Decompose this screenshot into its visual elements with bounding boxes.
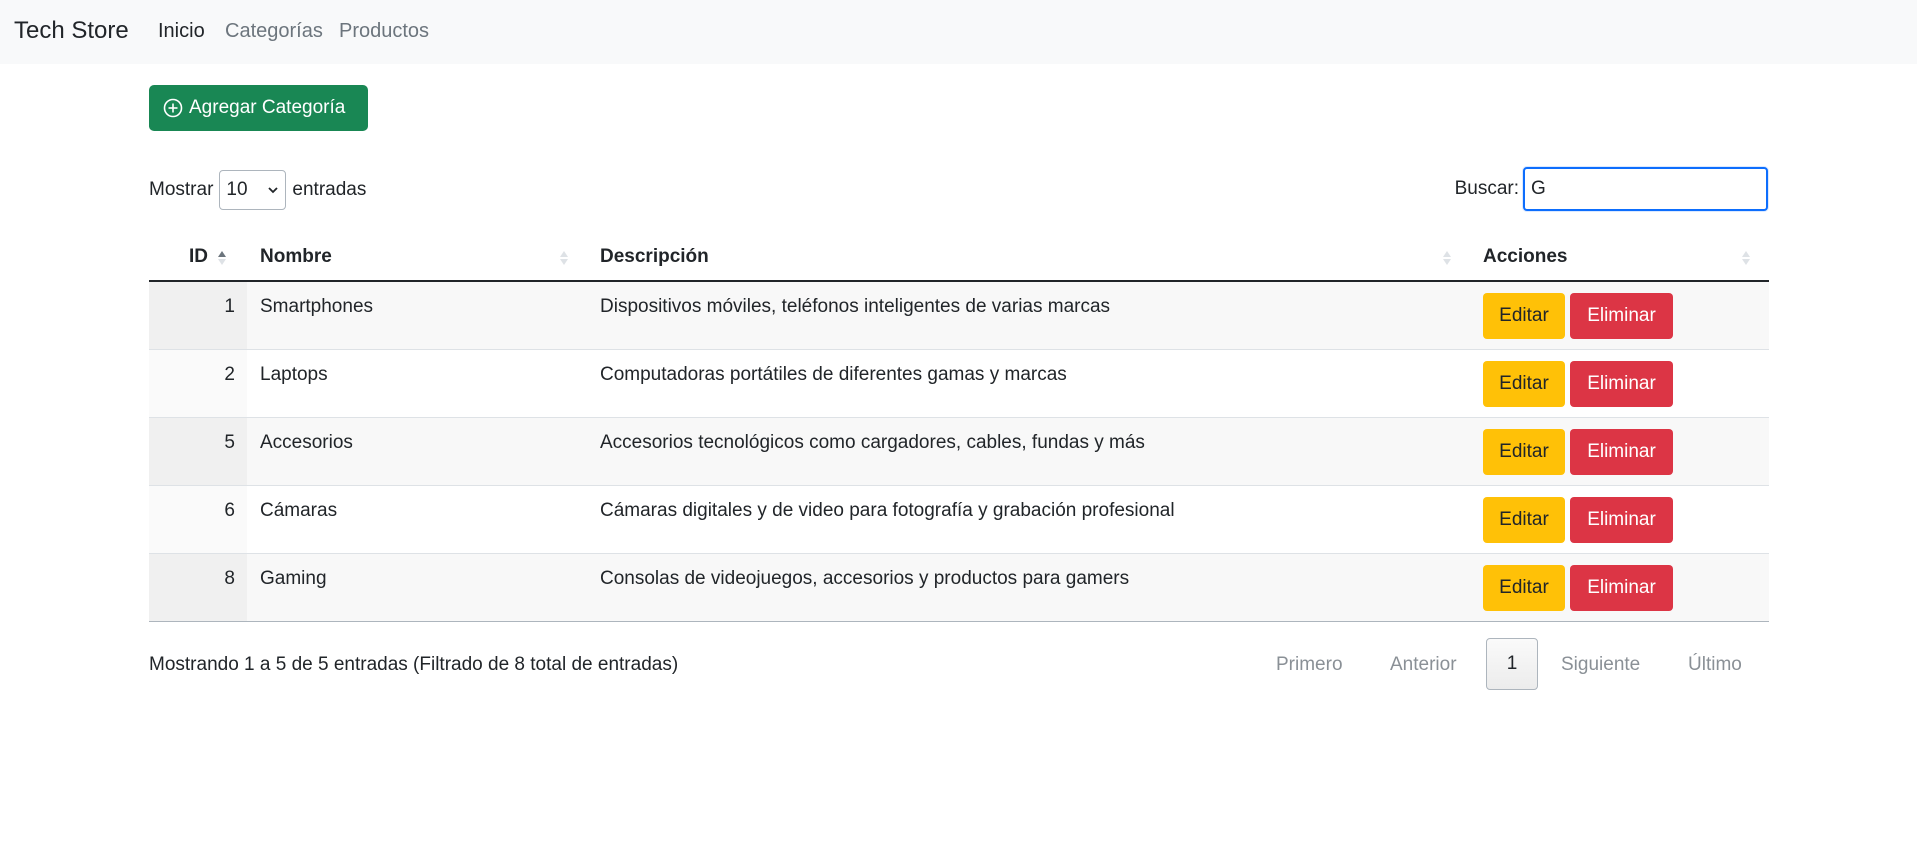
- header-acciones[interactable]: Acciones: [1483, 246, 1567, 268]
- nav-link-productos[interactable]: Productos: [339, 20, 429, 43]
- cell-id: 6: [224, 500, 235, 521]
- cell-nombre: Smartphones: [260, 296, 374, 317]
- length-suffix: entradas: [292, 179, 367, 200]
- pagination-page-current[interactable]: 1: [1486, 638, 1538, 690]
- brand-logo[interactable]: Tech Store: [14, 17, 129, 45]
- table-row: 1 Smartphones Dispositivos móviles, telé…: [149, 282, 1769, 350]
- chevron-down-icon: [268, 187, 279, 194]
- sort-icon[interactable]: [1442, 248, 1452, 268]
- plus-circle-icon: [163, 98, 183, 118]
- navbar: Tech Store Inicio Categorías Productos: [0, 0, 1917, 64]
- entries-per-page-select[interactable]: 10: [219, 170, 287, 210]
- categories-table: ID Nombre Descripción Acciones 1 Smartph…: [149, 236, 1769, 622]
- header-nombre[interactable]: Nombre: [260, 246, 332, 268]
- header-descripcion[interactable]: Descripción: [600, 246, 709, 268]
- cell-id: 8: [224, 568, 235, 589]
- add-category-label: Agregar Categoría: [189, 97, 346, 118]
- pagination-first[interactable]: Primero: [1276, 654, 1343, 676]
- table-header: ID Nombre Descripción Acciones: [149, 236, 1769, 282]
- table-row: 8 Gaming Consolas de videojuegos, acceso…: [149, 554, 1769, 622]
- cell-nombre: Cámaras: [260, 500, 338, 521]
- search-label: Buscar:: [1454, 178, 1519, 199]
- sort-icon[interactable]: [1741, 248, 1751, 268]
- table-row: 2 Laptops Computadoras portátiles de dif…: [149, 350, 1769, 418]
- delete-button[interactable]: Eliminar: [1570, 565, 1673, 611]
- entries-per-page-value: 10: [226, 179, 248, 200]
- cell-id: 5: [224, 432, 235, 453]
- delete-button[interactable]: Eliminar: [1570, 429, 1673, 475]
- search-control: Buscar:: [1455, 167, 1768, 211]
- edit-button[interactable]: Editar: [1483, 361, 1565, 407]
- header-id[interactable]: ID: [189, 246, 208, 268]
- length-control: Mostrar 10 entradas: [149, 170, 366, 210]
- cell-descripcion: Computadoras portátiles de diferentes ga…: [600, 364, 1067, 385]
- cell-nombre: Laptops: [260, 364, 328, 385]
- length-prefix: Mostrar: [149, 179, 214, 200]
- cell-nombre: Gaming: [260, 568, 327, 589]
- edit-button[interactable]: Editar: [1483, 429, 1565, 475]
- edit-button[interactable]: Editar: [1483, 565, 1565, 611]
- search-input[interactable]: [1523, 167, 1768, 211]
- delete-button[interactable]: Eliminar: [1570, 293, 1673, 339]
- nav-link-categorias[interactable]: Categorías: [225, 20, 323, 43]
- cell-nombre: Accesorios: [260, 432, 353, 453]
- add-category-button[interactable]: Agregar Categoría: [149, 85, 368, 131]
- edit-button[interactable]: Editar: [1483, 497, 1565, 543]
- pagination-next[interactable]: Siguiente: [1561, 654, 1640, 676]
- pagination-prev[interactable]: Anterior: [1390, 654, 1457, 676]
- cell-id: 1: [224, 296, 235, 317]
- edit-button[interactable]: Editar: [1483, 293, 1565, 339]
- delete-button[interactable]: Eliminar: [1570, 497, 1673, 543]
- sort-asc-icon[interactable]: [217, 248, 227, 268]
- delete-button[interactable]: Eliminar: [1570, 361, 1673, 407]
- cell-id: 2: [224, 364, 235, 385]
- cell-descripcion: Accesorios tecnológicos como cargadores,…: [600, 432, 1145, 453]
- table-row: 6 Cámaras Cámaras digitales y de video p…: [149, 486, 1769, 554]
- nav-link-inicio[interactable]: Inicio: [158, 20, 205, 43]
- sort-icon[interactable]: [559, 248, 569, 268]
- cell-descripcion: Cámaras digitales y de video para fotogr…: [600, 500, 1175, 521]
- cell-descripcion: Consolas de videojuegos, accesorios y pr…: [600, 568, 1130, 589]
- table-info: Mostrando 1 a 5 de 5 entradas (Filtrado …: [149, 654, 679, 675]
- cell-descripcion: Dispositivos móviles, teléfonos intelige…: [600, 296, 1111, 317]
- pagination-last[interactable]: Último: [1688, 654, 1742, 676]
- table-row: 5 Accesorios Accesorios tecnológicos com…: [149, 418, 1769, 486]
